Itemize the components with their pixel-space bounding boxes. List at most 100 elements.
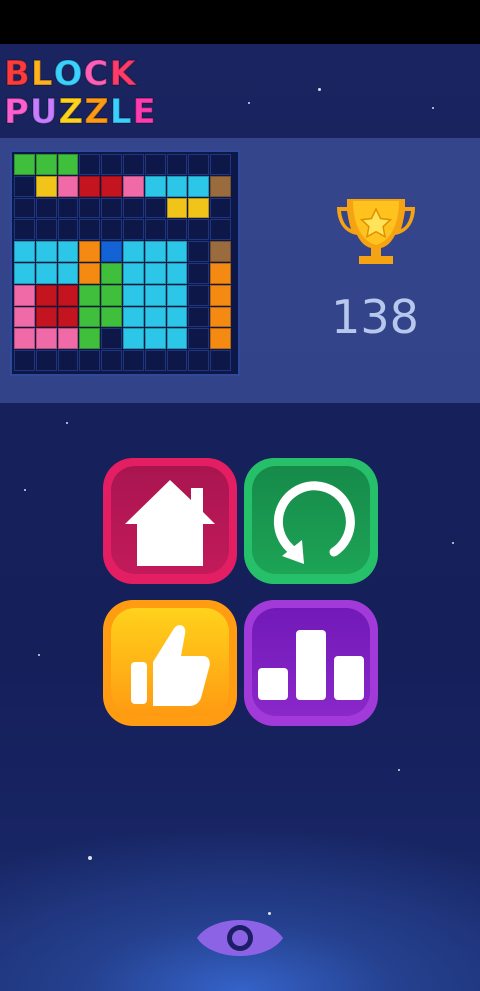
board-block <box>79 263 101 284</box>
board-block <box>166 284 188 306</box>
board-block <box>57 175 79 197</box>
board-block <box>123 328 144 350</box>
board-cell <box>79 197 101 219</box>
board-block <box>14 154 35 175</box>
board-block <box>14 306 35 328</box>
board-block <box>144 284 166 306</box>
board-block <box>35 263 57 284</box>
final-board <box>10 150 240 376</box>
board-cell <box>101 328 122 350</box>
board-block <box>166 306 188 328</box>
board-block <box>14 263 35 284</box>
board-block <box>123 284 144 306</box>
board-block <box>35 154 57 175</box>
board-cell <box>188 306 210 328</box>
board-block <box>79 306 101 328</box>
board-cell <box>210 197 231 219</box>
board-block <box>35 306 57 328</box>
board-block <box>144 263 166 284</box>
board-cell <box>188 284 210 306</box>
board-block <box>144 175 166 197</box>
board-block <box>144 328 166 350</box>
logo-letter: E <box>132 91 157 133</box>
board-cell <box>14 175 35 197</box>
board-cell <box>210 350 231 371</box>
board-block <box>57 284 79 306</box>
board-cell <box>123 154 144 175</box>
board-block <box>144 306 166 328</box>
board-block <box>79 241 101 262</box>
board-cell <box>14 197 35 219</box>
board-block <box>57 306 79 328</box>
board-block <box>57 241 79 262</box>
board-cell <box>188 263 210 284</box>
board-cell <box>57 197 79 219</box>
rate-button[interactable] <box>103 600 237 726</box>
board-block <box>35 328 57 350</box>
board-block <box>188 175 210 197</box>
board-block <box>166 328 188 350</box>
logo-letter: Z <box>83 91 110 133</box>
board-cell <box>166 350 188 371</box>
restart-button[interactable] <box>244 458 378 584</box>
house-icon <box>125 480 215 566</box>
board-block <box>101 263 122 284</box>
board-block <box>210 175 231 197</box>
board-cell <box>144 197 166 219</box>
board-cell <box>123 350 144 371</box>
logo-letter: P <box>3 91 30 133</box>
score-value: 138 <box>331 290 419 344</box>
home-button[interactable] <box>103 458 237 584</box>
star <box>88 856 92 860</box>
board-cell <box>188 350 210 371</box>
board-block <box>123 175 144 197</box>
board-cell <box>14 219 35 241</box>
leaderboard-button[interactable] <box>244 600 378 726</box>
board-block <box>144 241 166 262</box>
logo-letter: B <box>3 53 31 95</box>
board-cell <box>14 350 35 371</box>
board-block <box>166 241 188 262</box>
board-cell <box>188 219 210 241</box>
board-cell <box>144 154 166 175</box>
board-cell <box>101 197 122 219</box>
board-block <box>14 284 35 306</box>
board-cell <box>123 197 144 219</box>
board-block <box>79 328 101 350</box>
star <box>452 542 454 544</box>
board-cell <box>57 219 79 241</box>
status-bar <box>0 0 480 44</box>
restart-arrow-icon <box>273 481 355 564</box>
game-logo: BLOCK PUZZLE <box>3 52 164 142</box>
board-block <box>35 175 57 197</box>
board-cell <box>35 219 57 241</box>
board-block <box>166 263 188 284</box>
board-cell <box>166 154 188 175</box>
star <box>248 102 250 104</box>
logo-letter: K <box>109 53 137 95</box>
board-block <box>57 154 79 175</box>
board-cell <box>144 350 166 371</box>
board-block <box>123 263 144 284</box>
star <box>318 88 321 91</box>
logo-line-2: PUZZLE <box>3 91 157 133</box>
board-block <box>123 306 144 328</box>
board-block <box>123 241 144 262</box>
star <box>66 422 68 424</box>
board-block <box>210 241 231 262</box>
board-cell <box>35 350 57 371</box>
board-cell <box>57 350 79 371</box>
board-block <box>35 241 57 262</box>
logo-letter: L <box>30 53 54 95</box>
board-block <box>210 328 231 350</box>
eye-icon[interactable] <box>195 910 285 966</box>
logo-letter: L <box>109 91 133 133</box>
board-cell <box>101 154 122 175</box>
logo-letter: C <box>83 53 110 95</box>
logo-letter: O <box>53 53 84 95</box>
board-cell <box>210 219 231 241</box>
board-cell <box>79 154 101 175</box>
game-over-screen: BLOCK PUZZLE 138 <box>0 44 480 991</box>
board-cell <box>144 219 166 241</box>
logo-letter: U <box>29 91 59 133</box>
